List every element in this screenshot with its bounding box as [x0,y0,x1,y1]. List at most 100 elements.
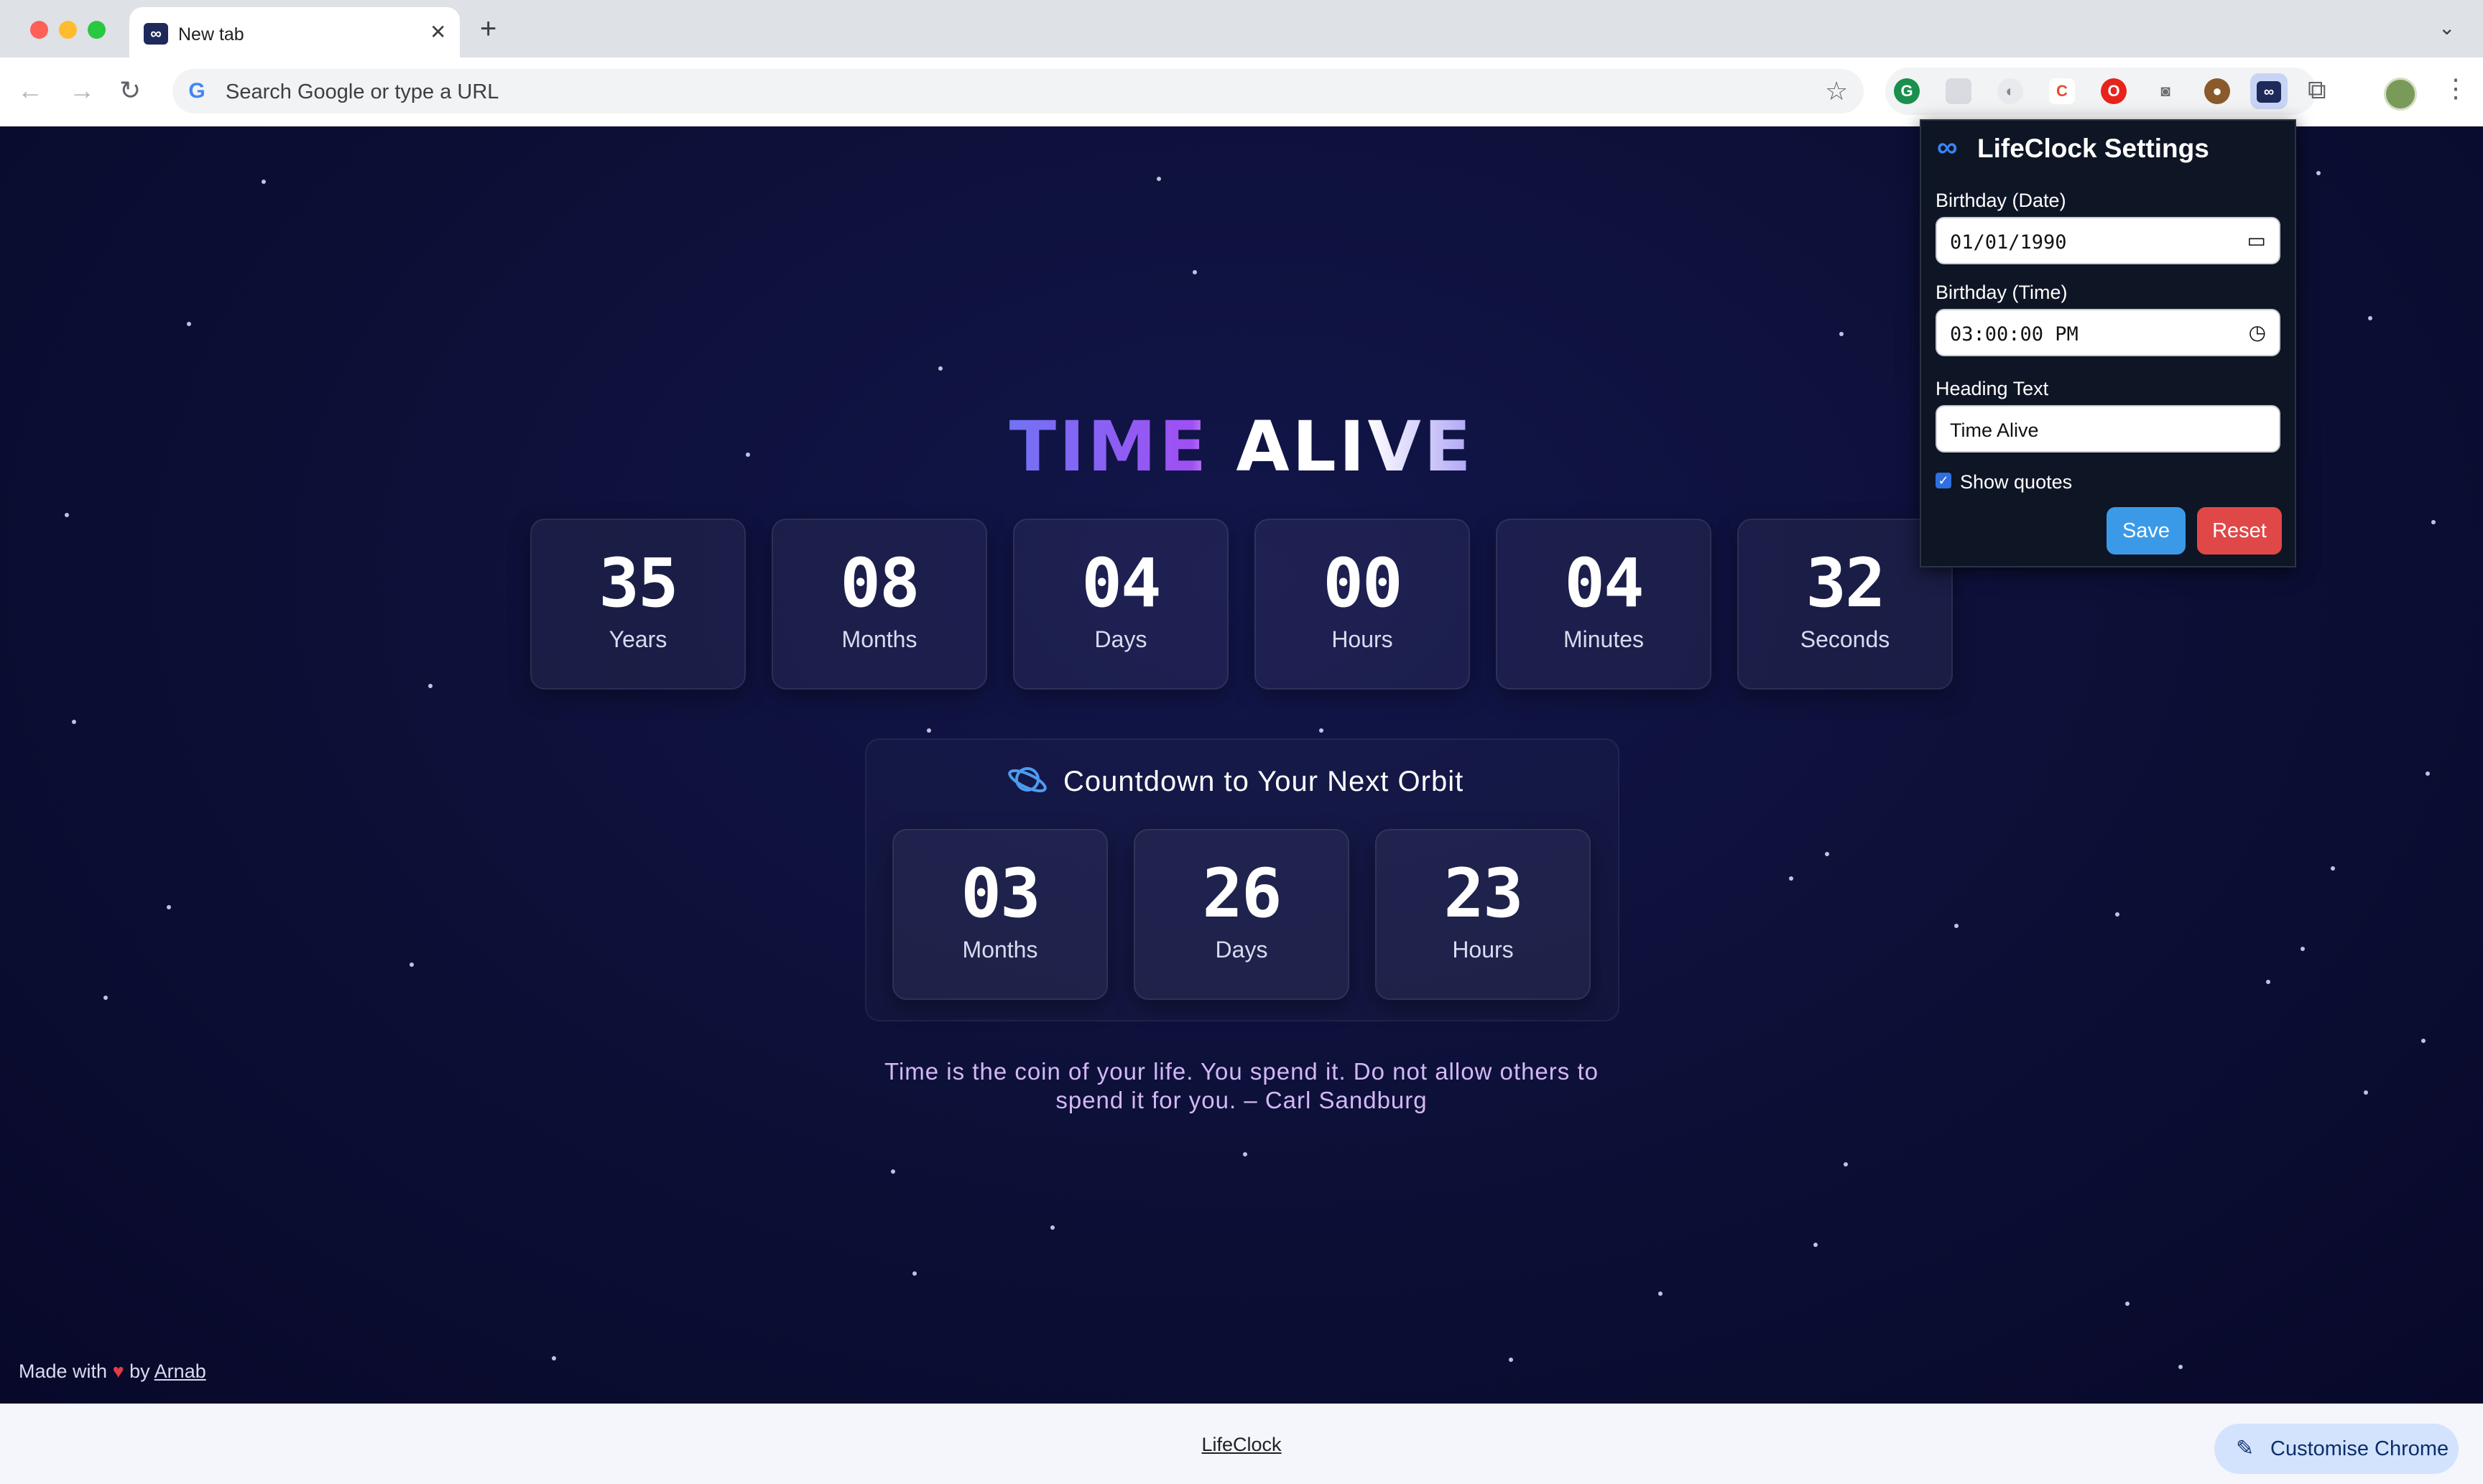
show-quotes-checkbox[interactable]: ✓ [1936,473,1951,488]
countdown-card-value: 03 [961,855,1040,933]
time-card-label: Minutes [1563,626,1645,652]
star-dot [1319,728,1323,733]
lifeclock-link[interactable]: LifeClock [0,1434,2483,1456]
window-close-button[interactable] [30,21,48,39]
star-dot [2301,947,2305,951]
extension-icon[interactable] [1946,78,1971,104]
star-dot [927,728,931,733]
ntp-footer: LifeClock ✎ Customise Chrome [0,1404,2483,1484]
countdown-card-value: 26 [1202,855,1282,933]
window-minimize-button[interactable] [59,21,77,39]
star-dot [187,322,191,326]
extension-icon[interactable]: C [2049,78,2075,104]
countdown-card-value: 23 [1443,855,1523,933]
star-dot [410,963,414,967]
star-dot [1789,876,1793,881]
extensions-puzzle-icon[interactable]: ⧉ [2308,75,2326,106]
star-dot [2426,771,2430,776]
countdown-card-months: 03 Months [892,829,1108,1000]
author-link[interactable]: Arnab [154,1360,206,1382]
star-dot [1509,1358,1513,1362]
star-dot [891,1169,895,1174]
time-card-label: Hours [1331,626,1393,652]
birthday-date-input[interactable]: 01/01/1990 ▭ [1936,217,2280,264]
customise-chrome-button[interactable]: ✎ Customise Chrome [2214,1424,2459,1474]
star-dot [428,684,433,688]
browser-tab[interactable]: ∞ New tab ✕ [129,7,460,57]
reload-button[interactable]: ↻ [119,73,141,108]
address-bar[interactable]: G Search Google or type a URL ☆ [172,69,1864,113]
star-dot [1839,332,1844,336]
quote-line: spend it for you. – Carl Sandburg [1055,1087,1428,1113]
planet-icon [1008,767,1047,793]
star-dot [1825,852,1829,856]
chrome-menu-icon[interactable]: ⋮ [2443,73,2469,103]
star-dot [1813,1243,1818,1247]
google-icon: G [188,79,205,103]
show-quotes-label[interactable]: Show quotes [1960,471,2072,493]
birthday-time-input[interactable]: 03:00:00 PM ◷ [1936,309,2280,356]
star-dot [167,905,171,909]
forward-button[interactable]: → [69,73,95,108]
address-bar-placeholder[interactable]: Search Google or type a URL [226,80,499,104]
save-button[interactable]: Save [2107,507,2186,555]
time-card-minutes: 04 Minutes [1496,519,1711,690]
camera-icon[interactable]: ◙ [2153,78,2178,104]
star-dot [2368,316,2372,320]
heading-text-label: Heading Text [1936,378,2049,399]
time-card-value: 04 [1564,544,1644,623]
star-dot [1658,1291,1663,1296]
star-dot [1050,1225,1055,1230]
profile-avatar[interactable] [2384,78,2417,111]
by-text: by [129,1360,150,1382]
countdown-title: Countdown to Your Next Orbit [1063,766,1464,797]
made-with-text: Made with [19,1360,108,1382]
star-dot [1193,270,1197,274]
infinity-icon: ∞ [1937,131,1958,163]
tab-close-icon[interactable]: ✕ [430,22,446,43]
star-dot [103,996,108,1000]
time-card-days: 04 Days [1013,519,1229,690]
lifeclock-extension-icon[interactable]: ∞ [2250,73,2288,109]
lifeclock-favicon-icon: ∞ [144,23,168,45]
customise-chrome-label: Customise Chrome [2270,1437,2449,1460]
star-dot [1157,177,1161,181]
birthday-time-label: Birthday (Time) [1936,282,2068,303]
time-card-label: Months [841,626,917,652]
window-maximize-button[interactable] [88,21,106,39]
birthday-date-value[interactable]: 01/01/1990 [1950,231,2067,254]
bookmark-star-icon[interactable]: ☆ [1825,76,1848,106]
heading-text-input[interactable]: Time Alive [1936,405,2280,453]
extension-icon[interactable]: ◐ [1997,78,2023,104]
heart-icon: ♥ [112,1360,124,1382]
star-dot [2266,980,2270,984]
popup-title: LifeClock Settings [1977,134,2209,163]
countdown-card-hours: 23 Hours [1375,829,1591,1000]
tab-search-chevron-icon[interactable]: ⌄ [2438,16,2455,40]
calendar-icon[interactable]: ▭ [2247,228,2266,252]
browser-toolbar: ← → ↻ G Search Google or type a URL ☆ G … [0,57,2483,127]
heading-text-value[interactable]: Time Alive [1950,419,2039,442]
next-orbit-countdown-panel: Countdown to Your Next Orbit 03 Months 2… [865,738,1619,1021]
star-dot [2431,520,2436,524]
birthday-time-value[interactable]: 03:00:00 PM [1950,323,2079,346]
star-dot [2115,912,2119,917]
star-dot [912,1271,917,1276]
time-card-value: 04 [1081,544,1161,623]
clock-icon[interactable]: ◷ [2249,320,2266,344]
time-card-label: Years [609,626,667,652]
star-dot [2421,1039,2426,1043]
cookie-icon[interactable]: ● [2204,78,2230,104]
back-button[interactable]: ← [17,73,43,108]
countdown-card-label: Days [1215,937,1268,963]
star-dot [552,1356,556,1360]
reset-button[interactable]: Reset [2197,507,2282,555]
extensions-bar: G ◐ C O ◙ ● ∞ [1885,68,2316,115]
opera-icon[interactable]: O [2101,78,2127,104]
grammarly-icon[interactable]: G [1894,78,1920,104]
star-dot [65,513,69,517]
new-tab-button[interactable]: + [480,13,496,45]
pencil-icon: ✎ [2236,1437,2255,1460]
time-card-years: 35 Years [530,519,746,690]
time-card-value: 35 [598,544,678,623]
